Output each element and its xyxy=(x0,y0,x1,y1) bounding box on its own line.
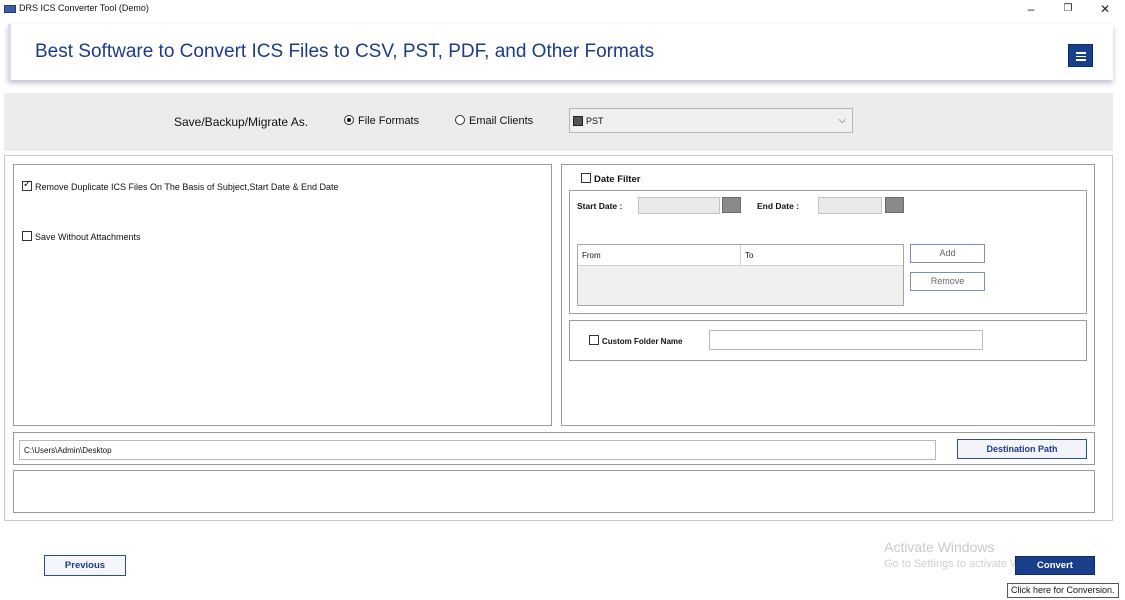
format-select-value: PST xyxy=(586,116,604,126)
format-select[interactable]: PST ⌵ xyxy=(569,108,853,133)
email-clients-radio[interactable]: Email Clients xyxy=(455,115,533,127)
checkbox-checked-icon xyxy=(22,179,32,191)
add-button[interactable]: Add xyxy=(910,244,985,263)
file-formats-radio[interactable]: File Formats xyxy=(344,115,419,127)
title-bar: DRS ICS Converter Tool (Demo) – ❐ ✕ xyxy=(0,0,1125,18)
end-date-calendar-icon[interactable] xyxy=(885,197,904,213)
checkbox-empty-icon xyxy=(589,335,599,345)
start-date-input[interactable] xyxy=(638,197,720,214)
pst-file-icon xyxy=(573,116,583,126)
hamburger-menu-icon[interactable] xyxy=(1068,44,1093,67)
radio-selected-icon xyxy=(344,115,354,125)
destination-path-value: C:\Users\Admin\Desktop xyxy=(24,446,112,455)
destination-path-input[interactable]: C:\Users\Admin\Desktop xyxy=(19,440,936,460)
table-header: From To xyxy=(578,245,903,266)
custom-folder-checkbox[interactable]: Custom Folder Name xyxy=(589,335,682,346)
convert-tooltip: Click here for Conversion. xyxy=(1007,583,1119,598)
page-title: Best Software to Convert ICS Files to CS… xyxy=(35,41,655,62)
start-date-calendar-icon[interactable] xyxy=(722,197,741,213)
end-date-label: End Date : xyxy=(757,201,800,211)
restore-button[interactable]: ❐ xyxy=(1053,0,1083,18)
destination-path-button[interactable]: Destination Path xyxy=(957,439,1087,459)
status-area xyxy=(13,470,1095,513)
checkbox-empty-icon xyxy=(22,231,32,241)
radio-empty-icon xyxy=(455,115,465,125)
checkbox-empty-icon xyxy=(581,173,591,183)
end-date-input[interactable] xyxy=(818,197,882,214)
convert-button[interactable]: Convert xyxy=(1015,556,1095,575)
save-without-attachments-option[interactable]: Save Without Attachments xyxy=(22,231,141,242)
windows-activation-watermark-title: Activate Windows xyxy=(884,539,995,555)
remove-button[interactable]: Remove xyxy=(910,272,985,291)
app-icon xyxy=(4,5,16,13)
header-banner: Best Software to Convert ICS Files to CS… xyxy=(8,24,1113,80)
window-title: DRS ICS Converter Tool (Demo) xyxy=(19,3,149,13)
save-as-label: Save/Backup/Migrate As. xyxy=(174,115,309,129)
minimize-button[interactable]: – xyxy=(1016,0,1046,18)
column-to: To xyxy=(745,251,754,260)
column-from: From xyxy=(582,251,601,260)
options-box: Remove Duplicate ICS Files On The Basis … xyxy=(13,164,552,426)
save-as-panel: Save/Backup/Migrate As. File Formats Ema… xyxy=(4,93,1113,151)
date-filter-checkbox[interactable]: Date Filter xyxy=(581,173,640,185)
start-date-label: Start Date : xyxy=(577,201,623,211)
remove-duplicates-option[interactable]: Remove Duplicate ICS Files On The Basis … xyxy=(22,179,338,192)
close-button[interactable]: ✕ xyxy=(1090,0,1120,18)
chevron-down-icon: ⌵ xyxy=(838,115,846,126)
previous-button[interactable]: Previous xyxy=(44,555,126,576)
date-range-table[interactable]: From To xyxy=(577,244,904,306)
custom-folder-input[interactable] xyxy=(709,330,983,350)
